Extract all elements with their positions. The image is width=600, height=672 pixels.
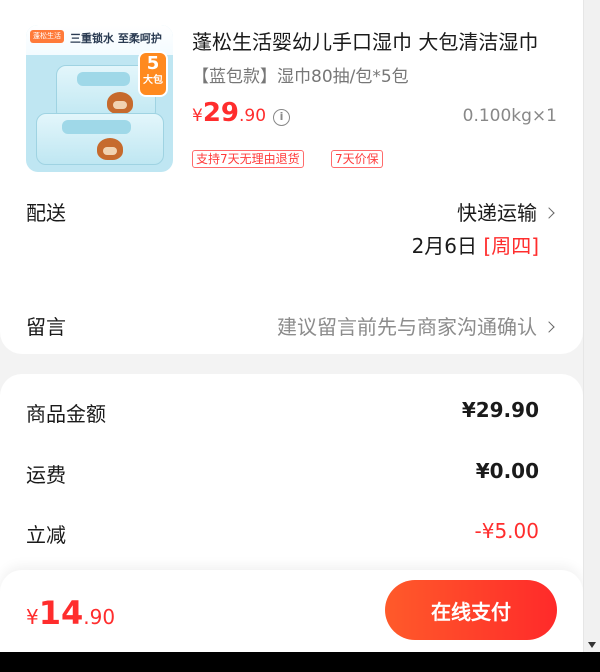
shipping-value: ¥0.00: [475, 459, 539, 483]
bear-icon: [107, 92, 133, 114]
discount-value: -¥5.00: [474, 519, 539, 543]
items-amount-value: ¥29.90: [461, 398, 539, 422]
delivery-label: 配送: [26, 201, 66, 225]
product-image[interactable]: 蓬松生活 三重锁水 至柔呵护 5 大包: [26, 25, 173, 172]
message-field[interactable]: 建议留言前先与商家沟通确认: [277, 311, 555, 340]
pay-online-button[interactable]: 在线支付: [385, 580, 557, 640]
bear-icon: [97, 138, 123, 160]
checkout-bar: ¥14.90 在线支付: [0, 570, 583, 652]
image-slogan: 三重锁水 至柔呵护: [70, 32, 162, 45]
product-title[interactable]: 蓬松生活婴幼儿手口湿巾 大包清洁湿巾: [192, 28, 562, 56]
product-spec: 【蓝包款】湿巾80抽/包*5包: [192, 67, 409, 87]
total-price: ¥14.90: [26, 594, 116, 632]
chevron-right-icon: [543, 207, 555, 219]
image-brand-tag: 蓬松生活: [30, 30, 64, 43]
scroll-down-arrow-icon[interactable]: [588, 642, 596, 648]
message-label: 留言: [26, 315, 66, 339]
pack-count-badge: 5 大包: [138, 51, 168, 97]
product-weight: 0.100kg×1: [462, 106, 557, 126]
info-icon[interactable]: i: [273, 109, 290, 126]
shipping-label: 运费: [26, 463, 66, 487]
chevron-right-icon: [543, 321, 555, 333]
order-product-card: 蓬松生活 三重锁水 至柔呵护 5 大包 蓬松生活婴幼儿手口湿巾 大包清洁湿巾 【…: [0, 0, 583, 354]
scrollbar[interactable]: [583, 0, 600, 652]
discount-label: 立减: [26, 523, 66, 547]
delivery-method[interactable]: 快递运输: [457, 197, 555, 226]
items-amount-label: 商品金额: [26, 402, 106, 426]
delivery-date: 2月6日 [周四]: [411, 234, 539, 258]
return-policy-tag: 支持7天无理由退货: [192, 150, 304, 168]
wipes-pack-bottom: [36, 113, 164, 165]
price-summary-card: 商品金额 ¥29.90 运费 ¥0.00 立减 -¥5.00: [0, 374, 583, 594]
product-price: ¥29.90: [192, 98, 267, 128]
price-protection-tag: 7天价保: [331, 150, 383, 168]
taskbar: [0, 652, 600, 672]
